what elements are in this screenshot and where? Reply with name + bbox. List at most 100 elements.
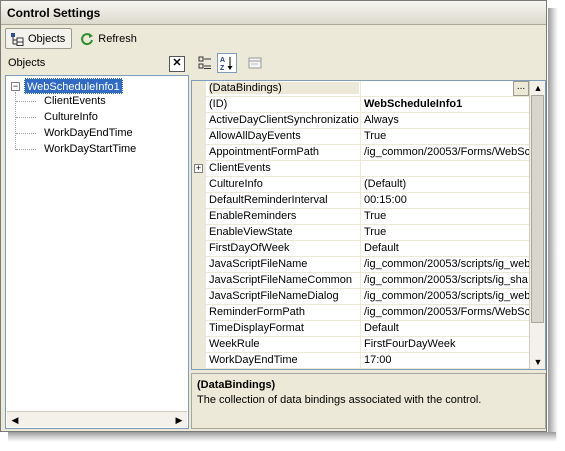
property-row[interactable]: EnableReminders True (206, 209, 529, 225)
svg-text:Z: Z (220, 65, 225, 71)
title-bar: Control Settings (1, 1, 546, 25)
property-grid-vertical-scrollbar[interactable]: ▲ ▼ (529, 81, 545, 369)
property-value[interactable]: WebScheduleInfo1 (364, 98, 529, 110)
property-row[interactable]: AllowAllDayEvents True (206, 129, 529, 145)
property-row[interactable]: FirstDayOfWeek Default (206, 241, 529, 257)
property-value[interactable]: (Default) (364, 178, 529, 190)
property-name: AppointmentFormPath (209, 146, 320, 158)
property-column-divider[interactable] (360, 305, 361, 321)
tree-node-cultureinfo[interactable]: CultureInfo (44, 109, 98, 125)
property-value[interactable]: Default (364, 242, 529, 254)
categorized-button[interactable] (195, 53, 215, 73)
scroll-up-icon[interactable]: ▲ (532, 82, 544, 94)
property-row[interactable]: WeekRule FirstFourDayWeek (206, 337, 529, 353)
object-tree[interactable]: − WebScheduleInfo1 ClientEvents CultureI… (5, 75, 189, 429)
property-column-divider[interactable] (360, 257, 361, 273)
property-name: JavaScriptFileNameCommon (209, 274, 353, 286)
property-column-divider[interactable] (360, 129, 361, 145)
property-row[interactable]: JavaScriptFileNameCommon/ig_common/20053… (206, 273, 529, 289)
property-value[interactable]: True (364, 130, 529, 142)
property-name: EnableViewState (209, 226, 293, 238)
property-pages-icon (248, 57, 262, 69)
tree-node-workdaystarttime[interactable]: WorkDayStartTime (44, 141, 136, 157)
property-grid[interactable]: (DataBindings)... (ID) WebScheduleInfo1 Act… (191, 80, 546, 370)
property-column-divider[interactable] (360, 337, 361, 353)
property-value[interactable]: 17:00 (364, 354, 529, 366)
scrollbar-thumb[interactable] (531, 95, 544, 323)
tab-objects[interactable]: Objects (5, 28, 73, 49)
tree-connector (16, 149, 36, 150)
property-column-divider[interactable] (360, 113, 361, 129)
window-shadow-bottom (8, 432, 556, 442)
property-row[interactable]: ClientEvents (206, 161, 529, 177)
property-name: ClientEvents (209, 162, 271, 174)
property-value[interactable]: True (364, 226, 529, 238)
property-row[interactable]: JavaScriptFileNameDialog/ig_common/20053… (206, 289, 529, 305)
property-name: JavaScriptFileNameDialog (209, 290, 339, 302)
property-name: EnableReminders (209, 210, 297, 222)
tree-horizontal-scrollbar[interactable]: ◀ ▶ (7, 411, 187, 427)
property-column-divider[interactable] (360, 97, 361, 113)
tab-refresh[interactable]: Refresh (76, 28, 143, 49)
property-column-divider[interactable] (360, 193, 361, 209)
ellipsis-button[interactable]: ... (513, 81, 529, 96)
property-value[interactable]: FirstFourDayWeek (364, 338, 529, 350)
property-name: AllowAllDayEvents (209, 130, 301, 142)
property-row[interactable]: (DataBindings)... (206, 81, 529, 97)
property-row[interactable]: AppointmentFormPath/ig_common/20053/Form… (206, 145, 529, 161)
property-row[interactable]: JavaScriptFileName/ig_common/20053/scrip… (206, 257, 529, 273)
control-settings-window: Control Settings Objects Refresh Objects… (0, 0, 547, 432)
property-row[interactable]: WorkDayEndTime 17:00 (206, 353, 529, 369)
property-column-divider[interactable] (360, 241, 361, 257)
tree-node-clientevents[interactable]: ClientEvents (44, 93, 106, 109)
tree-node-root[interactable]: WebScheduleInfo1 (24, 78, 123, 94)
property-name: JavaScriptFileName (209, 258, 308, 270)
property-row[interactable]: ReminderFormPath/ig_common/20053/Forms/W… (206, 305, 529, 321)
property-row[interactable]: (ID) WebScheduleInfo1 (206, 97, 529, 113)
property-row[interactable]: TimeDisplayFormat Default (206, 321, 529, 337)
property-value[interactable]: 00:15:00 (364, 194, 529, 206)
property-value[interactable]: /ig_common/20053/scripts/ig_web (364, 290, 529, 302)
property-value[interactable]: /ig_common/20053/Forms/WebSc (364, 306, 529, 318)
scroll-down-icon[interactable]: ▼ (532, 356, 544, 368)
property-column-divider[interactable] (360, 273, 361, 289)
close-icon[interactable]: ✕ (169, 56, 185, 72)
property-column-divider[interactable] (360, 81, 361, 97)
window-title: Control Settings (7, 6, 101, 20)
property-column-divider[interactable] (360, 321, 361, 337)
property-value[interactable]: True (364, 210, 529, 222)
alphabetical-button[interactable]: A Z (217, 53, 237, 73)
tree-connector (16, 133, 36, 134)
tree-node-workdayendtime[interactable]: WorkDayEndTime (44, 125, 133, 141)
property-column-divider[interactable] (360, 177, 361, 193)
property-name: WorkDayEndTime (209, 354, 298, 366)
window-shadow-right (548, 8, 558, 438)
property-column-divider[interactable] (360, 353, 361, 369)
property-column-divider[interactable] (360, 161, 361, 177)
property-row[interactable]: CultureInfo (Default) (206, 177, 529, 193)
collapse-icon[interactable]: − (11, 82, 20, 91)
property-name: FirstDayOfWeek (209, 242, 290, 254)
expand-icon[interactable]: + (194, 164, 203, 173)
objects-tree-icon (10, 32, 24, 46)
scroll-left-icon[interactable]: ◀ (9, 414, 21, 426)
property-row[interactable]: ActiveDayClientSynchronization Always (206, 113, 529, 129)
property-value[interactable]: /ig_common/20053/scripts/ig_web (364, 258, 529, 270)
property-row[interactable]: EnableViewState True (206, 225, 529, 241)
property-row[interactable]: DefaultReminderInterval 00:15:00 (206, 193, 529, 209)
property-value[interactable]: Default (364, 322, 529, 334)
property-name: WeekRule (209, 338, 260, 350)
property-column-divider[interactable] (360, 145, 361, 161)
property-pages-button[interactable] (245, 53, 265, 73)
property-column-divider[interactable] (360, 289, 361, 305)
property-value[interactable]: Always (364, 114, 529, 126)
property-value[interactable]: /ig_common/20053/scripts/ig_sha (364, 274, 529, 286)
property-column-divider[interactable] (360, 209, 361, 225)
scroll-right-icon[interactable]: ▶ (173, 414, 185, 426)
description-pane: (DataBindings) The collection of data bi… (191, 373, 546, 429)
property-name: (ID) (209, 98, 228, 110)
refresh-icon (80, 32, 94, 46)
property-column-divider[interactable] (360, 225, 361, 241)
property-value[interactable]: /ig_common/20053/Forms/WebSc (364, 146, 529, 158)
alphabetical-icon: A Z (220, 57, 233, 71)
